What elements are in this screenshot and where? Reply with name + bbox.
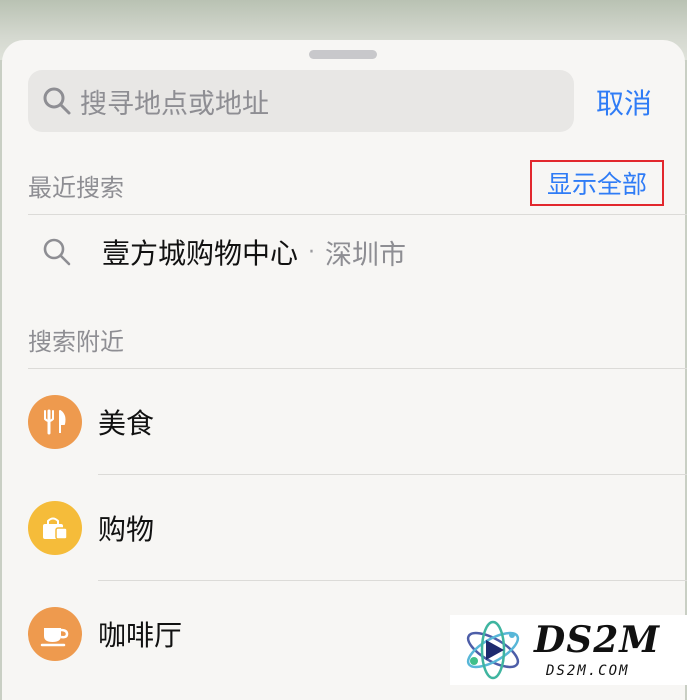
watermark-subtitle: DS2M.COM [546, 663, 630, 679]
fork-knife-icon [28, 395, 82, 449]
watermark-title: DS2M [534, 619, 661, 661]
watermark-logo: DS2M DS2M.COM [450, 615, 687, 685]
sheet-grabber-handle[interactable] [309, 50, 377, 59]
category-label: 美食 [98, 407, 155, 440]
recent-search-item[interactable]: 壹方城购物中心 · 深圳市 [28, 216, 668, 288]
recent-searches-header: 最近搜索 [28, 174, 124, 202]
category-row-food[interactable]: 美食 [28, 382, 668, 462]
cancel-button[interactable]: 取消 [596, 82, 652, 122]
category-row-shopping[interactable]: 购物 [28, 488, 668, 568]
shopping-bag-icon [28, 501, 82, 555]
search-icon [43, 87, 71, 115]
recent-item-city: 深圳市 [325, 239, 407, 271]
atom-logo-icon [466, 620, 520, 680]
search-icon [43, 238, 71, 266]
search-placeholder: 搜寻地点或地址 [80, 88, 269, 120]
coffee-cup-icon [28, 607, 82, 661]
divider [28, 368, 687, 369]
category-label: 咖啡厅 [98, 619, 183, 652]
divider [98, 580, 687, 581]
recent-item-title: 壹方城购物中心 [102, 237, 299, 270]
divider [98, 474, 687, 475]
recent-item-separator: · [308, 239, 316, 265]
nearby-header: 搜索附近 [28, 328, 124, 356]
category-label: 购物 [98, 513, 155, 546]
show-all-button[interactable]: 显示全部 [530, 160, 664, 206]
search-input[interactable]: 搜寻地点或地址 [28, 70, 574, 132]
divider [28, 214, 687, 215]
